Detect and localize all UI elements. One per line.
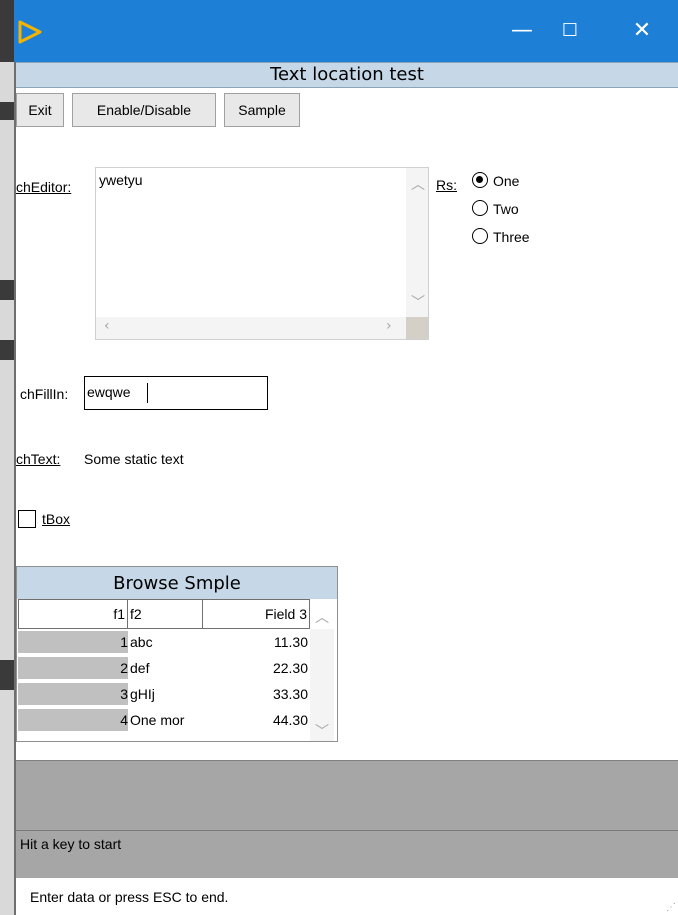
- radio-three-label[interactable]: Three: [493, 228, 530, 246]
- status-bar: Enter data or press ESC to end. ⋰: [16, 878, 678, 915]
- radio-three[interactable]: [472, 228, 488, 244]
- cell-f2: gHIj: [130, 686, 155, 702]
- fillin-input[interactable]: ewqwe: [84, 376, 268, 410]
- column-header-f1[interactable]: f1: [18, 599, 128, 629]
- exit-button[interactable]: Exit: [16, 93, 64, 127]
- editor-value: ywetyu: [99, 172, 143, 188]
- editor-vertical-scrollbar[interactable]: ︿ ﹀: [406, 168, 428, 317]
- static-text-label: chText:: [16, 451, 61, 467]
- cell-field3: 33.30: [272, 686, 308, 702]
- cell-field3: 22.30: [272, 660, 308, 676]
- chevron-down-icon[interactable]: ﹀: [315, 721, 329, 741]
- play-triangle-icon: [18, 20, 42, 47]
- cell-f2: abc: [130, 634, 153, 650]
- editor-label: chEditor:: [16, 179, 72, 195]
- browse-title: Browse Smple: [17, 567, 337, 599]
- column-header-field3[interactable]: Field 3: [202, 599, 310, 629]
- tbox-label[interactable]: tBox: [42, 510, 70, 528]
- row-number: 2: [18, 657, 128, 679]
- text-caret: [147, 383, 148, 403]
- row-number: 3: [18, 683, 128, 705]
- close-button[interactable]: ✕: [612, 0, 672, 62]
- scrollbar-corner: [406, 317, 428, 339]
- cell-f2: One mor: [130, 712, 185, 728]
- resize-grip-icon[interactable]: ⋰: [666, 902, 676, 913]
- tbox-checkbox[interactable]: [18, 510, 36, 528]
- status-text: Enter data or press ESC to end.: [30, 889, 229, 905]
- message-text: Hit a key to start: [20, 836, 122, 852]
- cell-field3: 11.30: [274, 634, 308, 650]
- radio-one[interactable]: [472, 172, 488, 188]
- column-header-f2[interactable]: f2: [127, 599, 203, 629]
- editor-horizontal-scrollbar[interactable]: ‹ ›: [96, 317, 406, 339]
- row-number: 4: [18, 709, 128, 731]
- cell-f2: def: [130, 660, 150, 676]
- cell-field3: 44.30: [272, 712, 308, 728]
- static-text-value: Some static text: [84, 451, 184, 467]
- chevron-left-icon[interactable]: ‹: [104, 318, 110, 334]
- fillin-label: chFillIn:: [20, 386, 69, 402]
- maximize-button[interactable]: ☐: [540, 0, 600, 62]
- radio-one-label[interactable]: One: [493, 172, 519, 190]
- message-area-top: [16, 760, 678, 830]
- browse-vertical-scrollbar[interactable]: ︿ ﹀: [310, 610, 334, 741]
- chevron-up-icon[interactable]: ︿: [315, 607, 329, 627]
- fillin-value: ewqwe: [87, 384, 131, 400]
- message-area: Hit a key to start: [16, 830, 678, 878]
- editor-textarea[interactable]: ywetyu ︿ ﹀ ‹ ›: [95, 167, 429, 340]
- browse-grid[interactable]: Browse Smple f1 f2 Field 3 ︿ ﹀ 1 abc 11.…: [16, 566, 338, 742]
- chevron-down-icon[interactable]: ﹀: [411, 292, 425, 312]
- radio-set-label: Rs:: [436, 177, 457, 193]
- radio-two-label[interactable]: Two: [493, 200, 519, 218]
- row-number: 1: [18, 631, 128, 653]
- chevron-right-icon[interactable]: ›: [386, 318, 392, 334]
- chevron-up-icon[interactable]: ︿: [411, 174, 425, 194]
- frame-caption: Text location test: [16, 62, 678, 88]
- radio-two[interactable]: [472, 200, 488, 216]
- enable-disable-button[interactable]: Enable/Disable: [72, 93, 216, 127]
- background-window-edge: [0, 0, 14, 915]
- sample-button[interactable]: Sample: [224, 93, 300, 127]
